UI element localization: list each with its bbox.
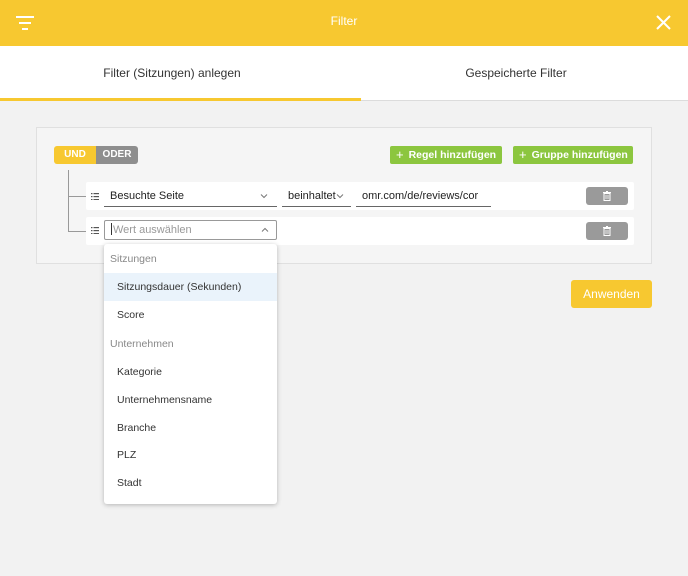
drag-handle-icon[interactable] [91,193,99,200]
field-placeholder: Wert auswählen [113,224,192,236]
tree-connector [68,170,69,231]
delete-rule-button[interactable] [586,222,628,240]
dropdown-group-header: Unternehmen [110,338,174,350]
dialog-header: Filter [0,0,688,46]
dropdown-option[interactable]: Branche [104,414,277,442]
logic-toggle: UND ODER [54,146,138,164]
tree-branch [68,231,86,232]
chevron-up-icon [261,227,269,232]
add-rule-button[interactable]: + Regel hinzufügen [390,146,502,164]
oder-toggle-button[interactable]: ODER [96,146,138,164]
dropdown-option[interactable]: Kategorie [104,358,277,386]
plus-icon: + [519,147,527,162]
tab-saved-filters[interactable]: Gespeicherte Filter [344,46,688,100]
rule-field-search-input[interactable]: Wert auswählen [104,220,277,240]
chevron-down-icon [260,194,268,199]
drag-handle-icon[interactable] [91,227,99,234]
chevron-down-icon [336,194,344,199]
rule-field-select[interactable]: Besuchte Seite [104,185,277,207]
dropdown-option[interactable]: Stadt [104,469,277,497]
add-group-label: Gruppe hinzufügen [531,149,628,161]
trash-icon [603,226,611,236]
plus-icon: + [396,147,404,162]
dropdown-option[interactable]: Unternehmensname [104,386,277,414]
tab-create-filter[interactable]: Filter (Sitzungen) anlegen [0,46,361,101]
delete-rule-button[interactable] [586,187,628,205]
text-cursor [111,223,112,235]
dropdown-option[interactable]: PLZ [104,441,277,469]
dropdown-option[interactable]: Score [104,301,277,329]
apply-button[interactable]: Anwenden [571,280,652,308]
und-toggle-button[interactable]: UND [54,146,96,164]
field-dropdown-menu: Sitzungen Sitzungsdauer (Sekunden) Score… [104,244,277,504]
add-group-button[interactable]: + Gruppe hinzufügen [513,146,633,164]
add-rule-label: Regel hinzufügen [408,149,497,161]
dropdown-group-header: Sitzungen [110,253,157,265]
close-icon[interactable] [655,14,672,31]
dialog-title: Filter [330,14,358,28]
rule-value-input[interactable]: omr.com/de/reviews/cor [356,185,491,207]
dropdown-option[interactable]: Sitzungsdauer (Sekunden) [104,273,277,301]
trash-icon [603,191,611,201]
tree-branch [68,196,86,197]
tab-bar: Filter (Sitzungen) anlegen Gespeicherte … [0,46,688,101]
